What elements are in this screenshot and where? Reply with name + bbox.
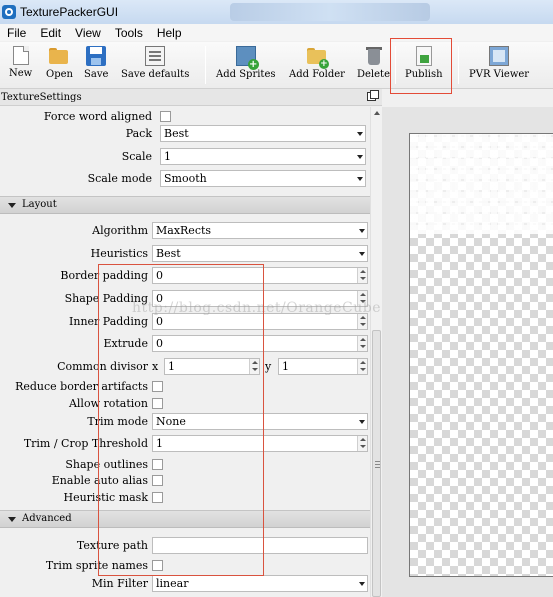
scroll-up-arrow-icon[interactable] — [374, 111, 380, 115]
floppy-disk-icon — [86, 46, 107, 66]
publish-highlight-annotation — [390, 38, 452, 94]
folder-open-icon — [49, 46, 69, 66]
setting-force-word-aligned: Force word aligned — [0, 108, 370, 126]
menu-file[interactable]: File — [0, 26, 33, 40]
toolbar: New Open Save Save defaults Add Sprites … — [0, 42, 553, 89]
title-bar-blurred-region — [230, 3, 430, 21]
common-divisor-y-spinbox[interactable]: 1 — [278, 358, 368, 375]
window-title: TexturePackerGUI — [20, 5, 119, 19]
grip-icon — [375, 461, 380, 468]
add-folder-icon: + — [306, 46, 329, 69]
dock-title: TextureSettings — [1, 91, 82, 103]
spin-arrows-icon — [357, 268, 367, 283]
spin-arrows-icon — [357, 314, 367, 329]
add-folder-button[interactable]: + Add Folder — [289, 46, 345, 86]
collapse-triangle-icon — [8, 203, 16, 208]
new-document-icon — [12, 46, 29, 65]
chevron-down-icon — [359, 582, 365, 586]
menu-help[interactable]: Help — [150, 26, 189, 40]
section-layout[interactable]: Layout — [0, 196, 370, 214]
new-button[interactable]: New — [9, 46, 32, 86]
trash-can-icon — [364, 46, 384, 66]
menu-bar: File Edit View Tools Help — [0, 24, 553, 41]
save-defaults-button[interactable]: Save defaults — [121, 46, 189, 86]
toolbar-separator — [205, 46, 206, 84]
red-annotation-box — [98, 264, 264, 576]
save-defaults-icon — [145, 46, 166, 66]
spin-arrows-icon — [357, 336, 367, 351]
scrollbar-thumb[interactable] — [372, 330, 381, 597]
add-sprites-icon — [235, 46, 259, 70]
chevron-down-icon — [359, 420, 365, 424]
dock-float-icon[interactable] — [367, 90, 379, 101]
scale-combobox[interactable]: 1 — [160, 148, 366, 165]
setting-min-filter: Min Filter linear — [0, 575, 370, 593]
title-bar: TexturePackerGUI — [0, 0, 553, 24]
spin-arrows-icon — [357, 436, 367, 451]
chevron-down-icon — [357, 177, 363, 181]
chevron-down-icon — [359, 229, 365, 233]
sprite-sheet-preview[interactable] — [409, 133, 553, 577]
menu-view[interactable]: View — [68, 26, 108, 40]
menu-edit[interactable]: Edit — [33, 26, 68, 40]
setting-heuristics: Heuristics Best — [0, 245, 370, 263]
setting-algorithm: Algorithm MaxRects — [0, 222, 370, 240]
add-sprites-button[interactable]: Add Sprites — [216, 46, 276, 86]
min-filter-dropdown[interactable]: linear — [152, 575, 368, 592]
setting-scale: Scale 1 — [0, 148, 370, 166]
pvr-viewer-icon — [489, 46, 510, 66]
toolbar-separator — [458, 46, 459, 84]
chevron-down-icon — [357, 155, 363, 159]
delete-button[interactable]: Delete — [357, 46, 390, 86]
pvr-viewer-button[interactable]: PVR Viewer — [469, 46, 529, 86]
algorithm-dropdown[interactable]: MaxRects — [152, 222, 368, 239]
heuristics-dropdown[interactable]: Best — [152, 245, 368, 262]
chevron-down-icon — [359, 252, 365, 256]
sprite-sheet-canvas-area — [382, 107, 553, 597]
spin-arrows-icon — [357, 359, 367, 374]
chevron-down-icon — [357, 132, 363, 136]
scale-mode-dropdown[interactable]: Smooth — [160, 170, 366, 187]
app-icon — [2, 5, 16, 19]
collapse-triangle-icon — [8, 517, 16, 522]
pack-dropdown[interactable]: Best — [160, 125, 366, 142]
settings-scrollbar[interactable] — [370, 107, 382, 597]
texture-settings-dock-header: TextureSettings — [0, 89, 382, 106]
setting-scale-mode: Scale mode Smooth — [0, 170, 370, 188]
menu-tools[interactable]: Tools — [108, 26, 150, 40]
open-button[interactable]: Open — [46, 46, 73, 86]
setting-pack: Pack Best — [0, 125, 370, 143]
packed-sprites-image — [410, 134, 553, 234]
save-button[interactable]: Save — [84, 46, 108, 86]
force-word-aligned-checkbox[interactable] — [160, 111, 171, 122]
